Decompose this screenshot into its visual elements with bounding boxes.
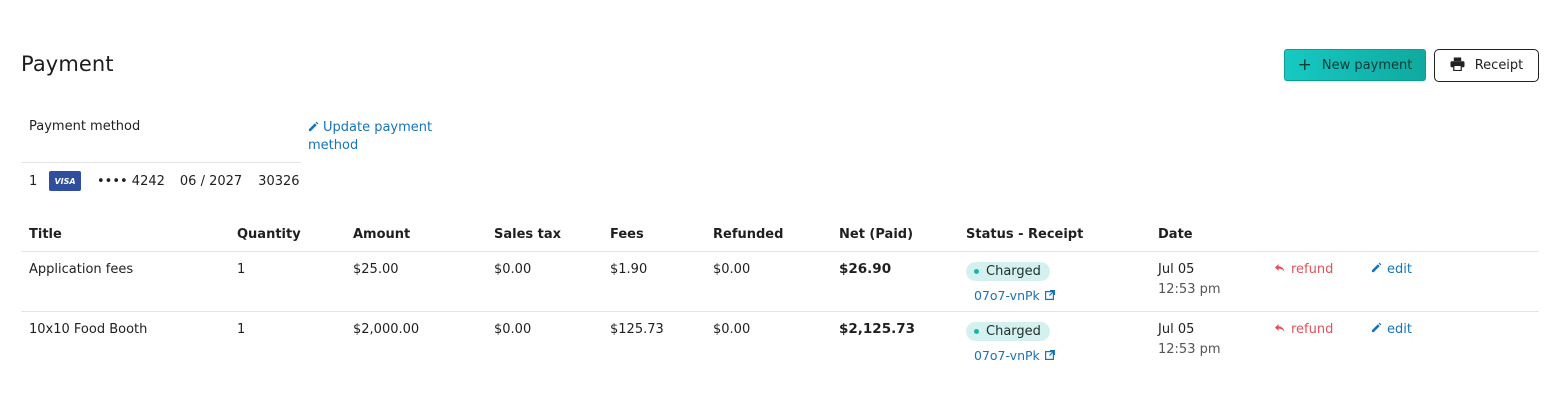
status-badge: Charged: [966, 262, 1050, 281]
pencil-icon: [308, 120, 323, 135]
row-title: Application fees: [29, 262, 134, 277]
row-time: 12:53 pm: [1158, 342, 1221, 357]
row-amount: $2,000.00: [353, 322, 420, 337]
status-label: Charged: [986, 324, 1041, 339]
card-index: 1: [29, 173, 38, 189]
row-title: 10x10 Food Booth: [29, 322, 148, 337]
row-fees: $1.90: [610, 262, 648, 277]
receipt-link[interactable]: 07o7-vnPk: [974, 288, 1055, 303]
card-last4: •••• 4242: [97, 173, 165, 189]
refund-label: refund: [1291, 262, 1334, 277]
row-amount: $25.00: [353, 262, 399, 277]
refund-label: refund: [1291, 322, 1334, 337]
receipt-id: 07o7-vnPk: [974, 348, 1040, 363]
card-zip: 30326: [258, 173, 300, 189]
receipt-id: 07o7-vnPk: [974, 288, 1040, 303]
reply-arrow-icon: [1274, 322, 1285, 337]
new-payment-button[interactable]: + New payment: [1284, 49, 1426, 81]
row-date: Jul 05: [1158, 322, 1195, 337]
payment-method-card: 1 VISA •••• 4242 06 / 2027 30326: [29, 171, 300, 191]
refund-link[interactable]: refund: [1274, 262, 1333, 277]
payment-panel: Payment + New payment Receipt Payment me…: [0, 0, 1559, 415]
new-payment-label: New payment: [1321, 57, 1413, 73]
row-sales-tax: $0.00: [494, 262, 532, 277]
row-net-paid: $26.90: [839, 261, 892, 277]
row-quantity: 1: [237, 262, 246, 277]
visa-card-icon: VISA: [49, 171, 81, 191]
edit-label: edit: [1387, 262, 1412, 277]
payments-table: Title Quantity Amount Sales tax Fees Ref…: [21, 220, 1539, 372]
edit-link[interactable]: edit: [1371, 322, 1412, 337]
plus-icon: +: [1297, 54, 1312, 75]
receipt-link[interactable]: 07o7-vnPk: [974, 348, 1055, 363]
edit-label: edit: [1387, 322, 1412, 337]
status-dot-icon: [974, 269, 979, 274]
column-header-title: Title: [29, 227, 62, 242]
receipt-button[interactable]: Receipt: [1434, 49, 1539, 82]
column-header-refunded: Refunded: [713, 227, 784, 242]
update-payment-method-label: Update payment method: [308, 120, 433, 153]
pencil-icon: [1371, 262, 1382, 277]
update-payment-method-link[interactable]: Update payment method: [308, 119, 458, 155]
row-sales-tax: $0.00: [494, 322, 532, 337]
receipt-label: Receipt: [1474, 58, 1524, 73]
status-dot-icon: [974, 329, 979, 334]
reply-arrow-icon: [1274, 262, 1285, 277]
edit-link[interactable]: edit: [1371, 262, 1412, 277]
external-link-icon: [1044, 348, 1055, 363]
column-header-amount: Amount: [353, 227, 411, 242]
column-header-status-receipt: Status - Receipt: [966, 227, 1084, 242]
column-header-sales-tax: Sales tax: [494, 227, 562, 242]
row-fees: $125.73: [610, 322, 664, 337]
table-row: 10x10 Food Booth 1 $2,000.00 $0.00 $125.…: [21, 312, 1539, 372]
card-expiry: 06 / 2027: [179, 173, 243, 189]
row-net-paid: $2,125.73: [839, 321, 916, 337]
printer-icon: [1450, 56, 1465, 75]
table-row: Application fees 1 $25.00 $0.00 $1.90 $0…: [21, 252, 1539, 312]
column-header-fees: Fees: [610, 227, 644, 242]
row-time: 12:53 pm: [1158, 282, 1221, 297]
divider: [21, 162, 301, 163]
table-header: Title Quantity Amount Sales tax Fees Ref…: [21, 220, 1539, 252]
column-header-net-paid: Net (Paid): [839, 227, 914, 242]
status-label: Charged: [986, 264, 1041, 279]
row-refunded: $0.00: [713, 322, 751, 337]
column-header-quantity: Quantity: [237, 227, 301, 242]
page-title: Payment: [21, 52, 114, 76]
external-link-icon: [1044, 288, 1055, 303]
column-header-date: Date: [1158, 227, 1193, 242]
pencil-icon: [1371, 322, 1382, 337]
refund-link[interactable]: refund: [1274, 322, 1333, 337]
row-quantity: 1: [237, 322, 246, 337]
row-refunded: $0.00: [713, 262, 751, 277]
payment-method-label: Payment method: [29, 119, 141, 134]
row-date: Jul 05: [1158, 262, 1195, 277]
status-badge: Charged: [966, 322, 1050, 341]
